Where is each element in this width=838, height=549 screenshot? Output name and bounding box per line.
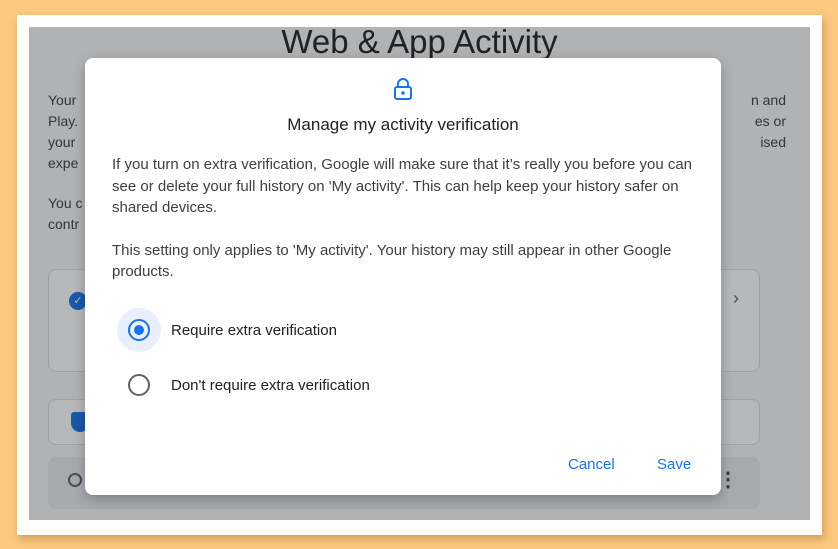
radio-focus-halo xyxy=(117,363,161,407)
dialog-paragraph-2: This setting only applies to 'My activit… xyxy=(112,241,672,281)
save-button[interactable]: Save xyxy=(651,452,697,477)
cancel-button[interactable]: Cancel xyxy=(562,452,621,477)
lock-icon xyxy=(394,78,412,100)
radio-button-unchecked[interactable] xyxy=(128,374,150,396)
dialog-body: If you turn on extra verification, Googl… xyxy=(112,154,697,283)
radio-label-require: Require extra verification xyxy=(171,321,337,339)
activity-verification-dialog: Manage my activity verification If you t… xyxy=(85,58,721,495)
radio-label-dont-require: Don't require extra verification xyxy=(171,376,370,394)
radio-dont-require-verification[interactable]: Don't require extra verification xyxy=(117,363,537,407)
radio-button-checked[interactable] xyxy=(128,319,150,341)
dialog-paragraph-1: If you turn on extra verification, Googl… xyxy=(112,156,693,216)
radio-focus-halo xyxy=(117,308,161,352)
dialog-title: Manage my activity verification xyxy=(287,115,519,134)
radio-require-verification[interactable]: Require extra verification xyxy=(117,308,537,352)
